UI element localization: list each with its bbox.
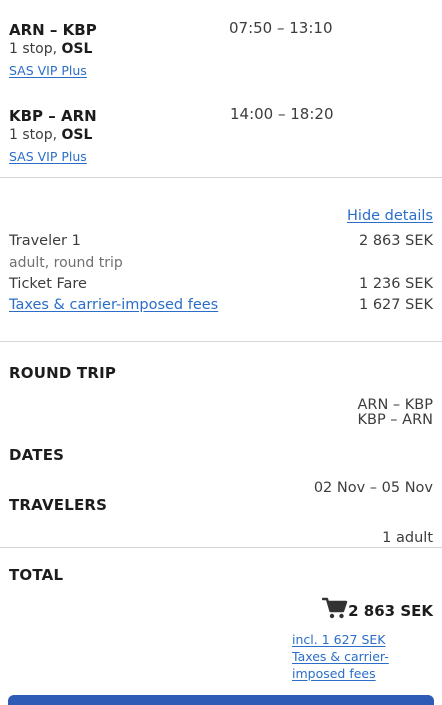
traveler-total: 2 863 SEK bbox=[359, 233, 433, 249]
traveler-label: Traveler 1 bbox=[9, 233, 81, 249]
ticket-fare-label: Ticket Fare bbox=[9, 276, 87, 292]
flight-2-time: 14:00 – 18:20 bbox=[230, 105, 334, 123]
dates-value: 02 Nov – 05 Nov bbox=[313, 480, 433, 496]
ticket-fare-value: 1 236 SEK bbox=[359, 276, 433, 292]
divider bbox=[0, 341, 442, 342]
flight-1-stops: 1 stop, OSL bbox=[9, 41, 92, 57]
flight-1-stops-prefix: 1 stop, bbox=[9, 41, 62, 57]
shopping-cart-icon bbox=[321, 597, 348, 619]
travelers-heading: TRAVELERS bbox=[9, 496, 108, 514]
flight-1-stops-via: OSL bbox=[61, 41, 93, 57]
summary-route-1: ARN – KBP bbox=[357, 397, 433, 413]
round-trip-heading: ROUND TRIP bbox=[9, 364, 117, 382]
taxes-fees-link[interactable]: Taxes & carrier-imposed fees bbox=[9, 297, 218, 313]
total-price: 2 863 SEK bbox=[348, 602, 433, 620]
flight-2-stops-via: OSL bbox=[61, 127, 93, 143]
dates-heading: DATES bbox=[9, 446, 65, 464]
flight-2-fare-class-link[interactable]: SAS VIP Plus bbox=[9, 149, 87, 164]
divider bbox=[0, 177, 442, 178]
incl-taxes-fees-link[interactable]: Taxes & carrier-imposed fees bbox=[292, 649, 432, 682]
total-heading: TOTAL bbox=[9, 566, 64, 584]
flight-1-route: ARN – KBP bbox=[9, 21, 97, 39]
travelers-value: 1 adult bbox=[382, 530, 433, 546]
flight-1-time: 07:50 – 13:10 bbox=[229, 19, 333, 37]
traveler-type: adult, round trip bbox=[9, 255, 123, 271]
flight-2-stops: 1 stop, OSL bbox=[9, 127, 92, 143]
flight-1-fare-class-link[interactable]: SAS VIP Plus bbox=[9, 63, 87, 78]
summary-route-2: KBP – ARN bbox=[357, 412, 433, 428]
divider bbox=[0, 547, 442, 548]
continue-button[interactable] bbox=[8, 695, 434, 705]
flight-2-stops-prefix: 1 stop, bbox=[9, 127, 62, 143]
hide-details-link[interactable]: Hide details bbox=[347, 208, 433, 224]
incl-taxes-amount-link[interactable]: incl. 1 627 SEK bbox=[292, 632, 385, 647]
flight-2-route: KBP – ARN bbox=[9, 107, 97, 125]
taxes-fees-value: 1 627 SEK bbox=[359, 297, 433, 313]
